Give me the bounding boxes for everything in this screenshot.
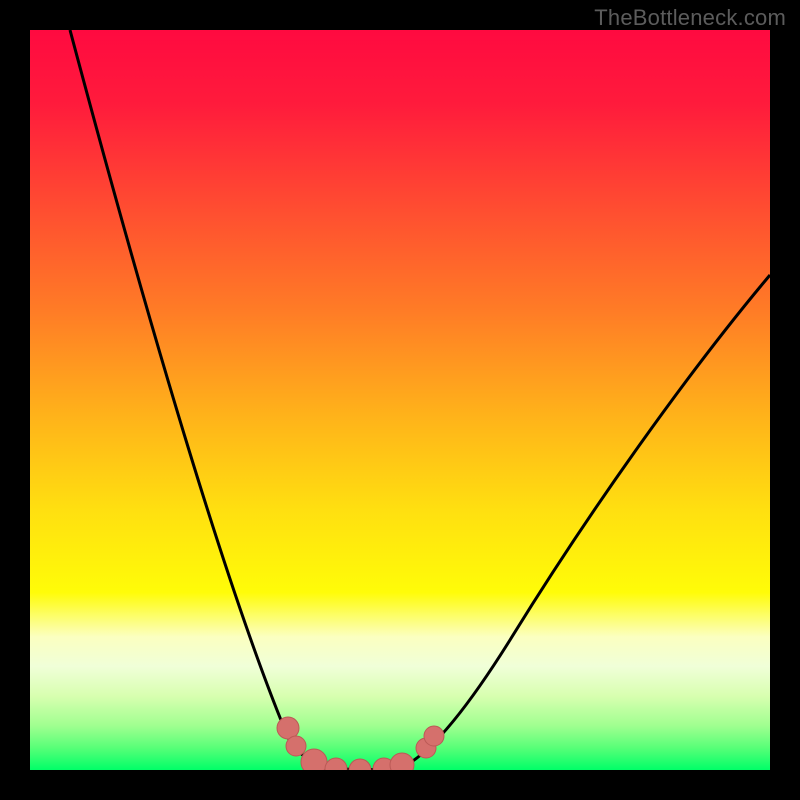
- chart-frame: TheBottleneck.com: [0, 0, 800, 800]
- bottleneck-curve: [30, 30, 770, 770]
- curve-marker-8: [424, 726, 444, 746]
- curve-marker-1: [286, 736, 306, 756]
- curve-marker-6: [390, 753, 414, 770]
- curve-marker-3: [325, 758, 347, 770]
- watermark-text: TheBottleneck.com: [594, 5, 786, 31]
- curve-lines: [70, 30, 770, 770]
- marker-group: [277, 717, 444, 770]
- curve-left-branch: [70, 30, 330, 768]
- curve-right-branch: [400, 275, 770, 768]
- curve-marker-2: [301, 749, 327, 770]
- curve-marker-4: [349, 759, 371, 770]
